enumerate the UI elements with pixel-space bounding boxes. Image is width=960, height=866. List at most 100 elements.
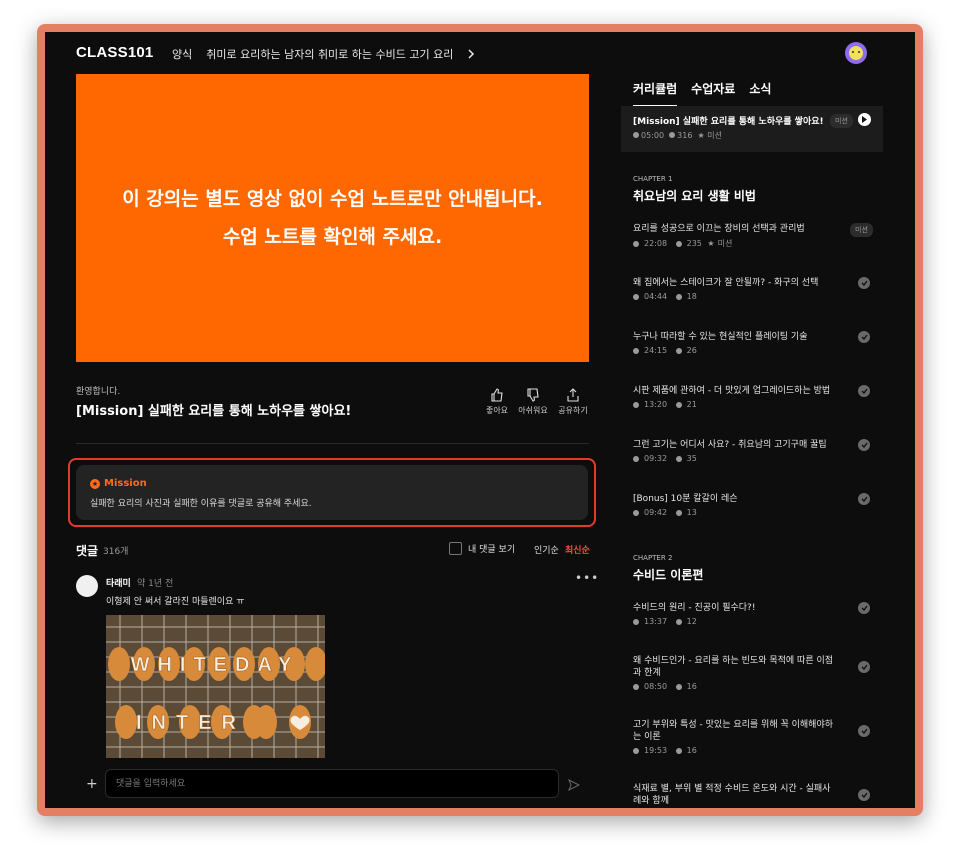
- my-comments-checkbox[interactable]: [449, 542, 462, 555]
- lesson-item-meta: 08:50 16: [633, 682, 697, 691]
- my-comments-toggle[interactable]: 내 댓글 보기: [449, 542, 515, 555]
- clock-icon: [633, 293, 639, 300]
- comment-icon: [675, 401, 682, 408]
- comment-icon: [675, 240, 682, 247]
- comment-icon: [675, 347, 682, 354]
- comment-author[interactable]: 타래미: [106, 576, 131, 589]
- current-lesson-title: [Mission] 실패한 요리를 통해 노하우를 쌓아요!: [633, 117, 824, 127]
- mission-badge: 미션: [850, 223, 873, 237]
- breadcrumb: 양식 취미로 요리하는 남자의 취미로 하는 수비드 고기 요리: [172, 46, 475, 62]
- comment-icon: [675, 747, 682, 754]
- mission-badge: 미션: [830, 114, 853, 128]
- comment-text: 이형제 안 써서 갈라진 마들렌이요 ㅠ: [106, 597, 245, 607]
- completed-check-icon: [858, 439, 870, 451]
- completed-check-icon: [858, 385, 870, 397]
- chevron-right-icon[interactable]: [467, 49, 475, 59]
- comment-icon: [675, 683, 682, 690]
- video-notice-line1: 이 강의는 별도 영상 없이 수업 노트로만 안내됩니다.: [122, 188, 543, 210]
- clock-icon: [633, 455, 639, 462]
- completed-check-icon: [858, 661, 870, 673]
- breadcrumb-course[interactable]: 취미로 요리하는 남자의 취미로 하는 수비드 고기 요리: [206, 46, 453, 62]
- lesson-title: [Mission] 실패한 요리를 통해 노하우를 쌓아요!: [76, 404, 352, 419]
- photo-letters-top: WHITEDAY: [131, 654, 300, 676]
- comment-icon: [669, 132, 676, 138]
- comment-icon: [675, 293, 682, 300]
- app-window: CLASS101 양식 취미로 요리하는 남자의 취미로 하는 수비드 고기 요…: [45, 32, 915, 808]
- lesson-item-meta: 22:08 235 ★ 미션: [633, 238, 732, 249]
- clock-icon: [633, 132, 639, 138]
- lesson-welcome: 환영합니다.: [76, 387, 121, 397]
- lesson-item-title[interactable]: 왜 집에서는 스테이크가 잘 안될까? - 화구의 선택: [633, 277, 833, 289]
- completed-check-icon: [858, 277, 870, 289]
- mission-icon: ★: [90, 478, 100, 489]
- thumbs-up-icon: [491, 388, 503, 402]
- lesson-item-meta: 13:37 12: [633, 617, 697, 626]
- clock-icon: [633, 347, 639, 354]
- lesson-item-meta: 09:42 13: [633, 508, 697, 517]
- breadcrumb-category[interactable]: 양식: [172, 46, 192, 62]
- attach-plus-icon[interactable]: +: [86, 776, 98, 792]
- clock-icon: [633, 683, 639, 690]
- lesson-item-title[interactable]: 요리를 성공으로 이끄는 장비의 선택과 관리법: [633, 223, 833, 235]
- completed-check-icon: [858, 725, 870, 737]
- sort-latest[interactable]: 최신순: [565, 543, 590, 556]
- share-button[interactable]: 공유하기: [548, 388, 598, 416]
- sort-popular[interactable]: 인기순: [534, 543, 559, 556]
- current-lesson-item[interactable]: [Mission] 실패한 요리를 통해 노하우를 쌓아요! 05:00 316…: [621, 106, 883, 152]
- more-options-icon[interactable]: •••: [575, 571, 599, 585]
- photo-letters-bottom: INTER: [136, 712, 246, 734]
- chapter-title: 취요남의 요리 생활 비법: [633, 189, 756, 203]
- lesson-item-title[interactable]: 수비드의 원리 - 진공이 필수다?!: [633, 602, 833, 614]
- completed-check-icon: [858, 493, 870, 505]
- clock-icon: [633, 240, 639, 247]
- lesson-item-meta: 09:32 35: [633, 454, 697, 463]
- clock-icon: [633, 401, 639, 408]
- lesson-item-title[interactable]: 고기 부위와 특성 - 맛있는 요리를 위해 꼭 이해해야하는 이론: [633, 719, 833, 743]
- lesson-item-title[interactable]: 누구나 따라할 수 있는 현실적인 플레이팅 기술: [633, 331, 833, 343]
- lesson-item-title[interactable]: 시판 제품에 관하여 - 더 맛있게 업그레이드하는 방법: [633, 385, 833, 397]
- comment-icon: [675, 455, 682, 462]
- tab-curriculum[interactable]: 커리큘럼: [633, 80, 678, 107]
- mission-label: ★ Mission: [90, 478, 147, 489]
- completed-check-icon: [858, 602, 870, 614]
- divider: [76, 443, 589, 444]
- video-notice-line2: 수업 노트를 확인해 주세요.: [222, 226, 443, 248]
- lesson-item-title[interactable]: 왜 수비드인가 - 요리를 하는 빈도와 목적에 따른 이점과 한계: [633, 655, 833, 679]
- user-avatar[interactable]: [845, 42, 867, 64]
- mission-card: ★ Mission 실패한 요리의 사진과 실패한 이유를 댓글로 공유해 주세…: [76, 465, 588, 520]
- lesson-item-meta: 04:44 18: [633, 292, 697, 301]
- clock-icon: [633, 747, 639, 754]
- play-icon[interactable]: [858, 113, 871, 126]
- class101-logo[interactable]: CLASS101: [76, 44, 153, 61]
- chapter-label: CHAPTER 2: [633, 554, 673, 562]
- comment-photo[interactable]: WHITEDAY INTER: [106, 615, 325, 758]
- clock-icon: [633, 509, 639, 516]
- comment-time: 약 1년 전: [137, 579, 174, 589]
- lesson-item-title[interactable]: 그런 고기는 어디서 사요? - 취요남의 고기구매 꿀팁: [633, 439, 833, 451]
- clock-icon: [633, 618, 639, 625]
- current-lesson-meta: 05:00 316 ★ 미션: [633, 130, 722, 141]
- comments-title: 댓글: [76, 544, 99, 558]
- mission-text: 실패한 요리의 사진과 실패한 이유를 댓글로 공유해 주세요.: [90, 499, 312, 509]
- lesson-item-meta: 24:15 26: [633, 346, 697, 355]
- share-icon: [567, 388, 579, 402]
- lesson-item-title[interactable]: [Bonus] 10분 칼갈이 레슨: [633, 493, 833, 505]
- tab-news[interactable]: 소식: [749, 80, 771, 107]
- lesson-item-meta: 19:53 16: [633, 746, 697, 755]
- completed-check-icon: [858, 789, 870, 801]
- thumbs-down-icon: [527, 388, 539, 402]
- comment-icon: [675, 618, 682, 625]
- comment-icon: [675, 509, 682, 516]
- panel-tabs: 커리큘럼 수업자료 소식: [633, 80, 771, 107]
- tab-materials[interactable]: 수업자료: [691, 80, 735, 107]
- chapter-title: 수비드 이론편: [633, 568, 704, 582]
- comment-avatar[interactable]: [76, 575, 98, 597]
- video-area[interactable]: 이 강의는 별도 영상 없이 수업 노트로만 안내됩니다. 수업 노트를 확인해…: [76, 74, 589, 362]
- send-icon[interactable]: [568, 779, 580, 791]
- chapter-label: CHAPTER 1: [633, 175, 673, 183]
- lesson-item-meta: 13:20 21: [633, 400, 697, 409]
- completed-check-icon: [858, 331, 870, 343]
- comment-input[interactable]: [105, 769, 559, 798]
- comments-count: 316개: [103, 547, 129, 557]
- lesson-item-title[interactable]: 식재료 별, 부위 별 적정 수비드 온도와 시간 - 실패사례와 함께: [633, 783, 833, 807]
